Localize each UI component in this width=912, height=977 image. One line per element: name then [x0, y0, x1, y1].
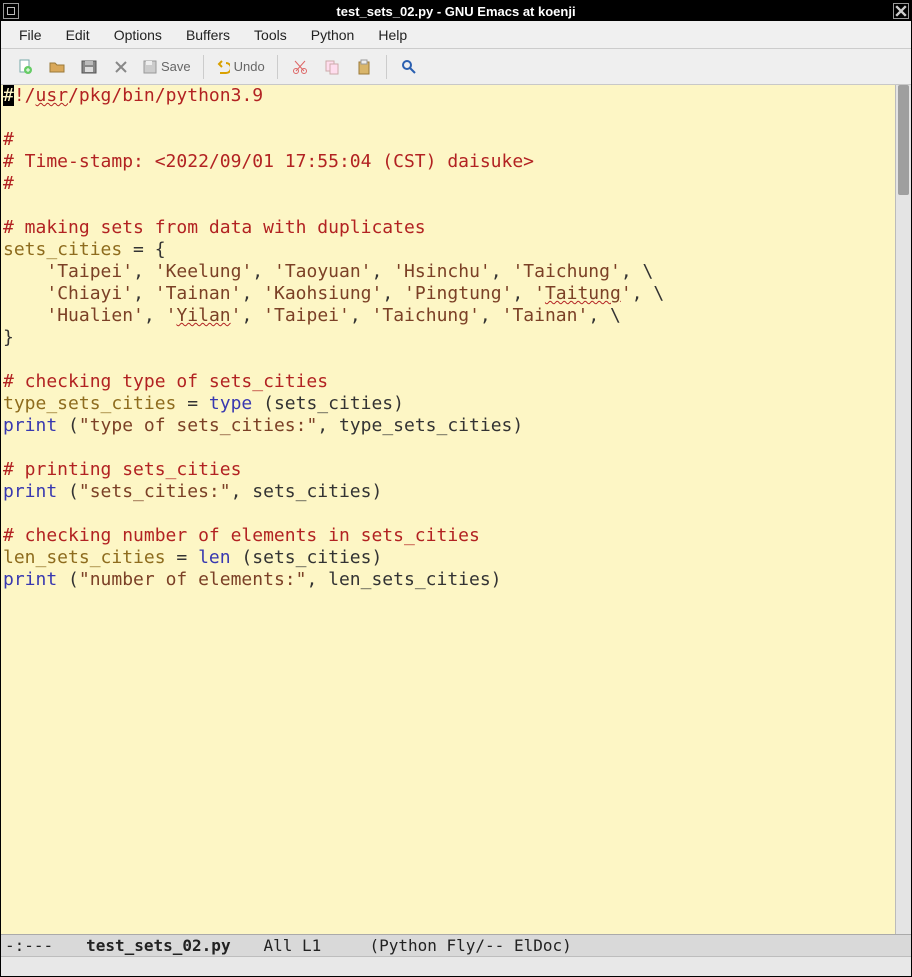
paste-button[interactable]: [348, 53, 380, 81]
undo-label: Undo: [234, 59, 265, 74]
disk-icon: [80, 58, 98, 76]
window-title: test_sets_02.py - GNU Emacs at koenji: [336, 4, 575, 19]
modeline-mode: (Python Fly/-- ElDoc): [369, 936, 571, 955]
undo-button[interactable]: Undo: [210, 53, 271, 81]
modeline[interactable]: -:--- test_sets_02.py All L1 (Python Fly…: [1, 934, 911, 956]
copy-button[interactable]: [316, 53, 348, 81]
window-menu-icon[interactable]: [3, 3, 19, 19]
scrollbar-thumb[interactable]: [898, 85, 909, 195]
search-button[interactable]: [393, 53, 425, 81]
open-disk-button[interactable]: [73, 53, 105, 81]
menu-edit[interactable]: Edit: [54, 23, 102, 47]
menu-options[interactable]: Options: [102, 23, 174, 47]
modeline-position: All L1: [263, 936, 321, 955]
folder-icon: [49, 59, 65, 75]
copy-icon: [324, 59, 340, 75]
scrollbar[interactable]: [895, 85, 911, 934]
toolbar-separator: [277, 55, 278, 79]
editor-area[interactable]: #!/usr/pkg/bin/python3.9 # # Time-stamp:…: [1, 85, 911, 934]
menu-help[interactable]: Help: [366, 23, 419, 47]
search-icon: [401, 59, 417, 75]
minibuffer[interactable]: [1, 956, 911, 976]
save-icon: [143, 60, 157, 74]
close-button[interactable]: [105, 53, 137, 81]
menu-tools[interactable]: Tools: [242, 23, 299, 47]
code-text[interactable]: #!/usr/pkg/bin/python3.9 # # Time-stamp:…: [1, 85, 911, 591]
new-file-button[interactable]: [9, 53, 41, 81]
new-file-icon: [17, 59, 33, 75]
open-file-button[interactable]: [41, 53, 73, 81]
toolbar-separator: [386, 55, 387, 79]
save-label: Save: [161, 59, 191, 74]
close-window-icon[interactable]: [893, 3, 909, 19]
save-button[interactable]: Save: [137, 53, 197, 81]
modeline-status: -:---: [5, 936, 53, 955]
paste-icon: [356, 59, 372, 75]
undo-icon: [216, 60, 230, 74]
modeline-buffer: test_sets_02.py: [86, 936, 231, 955]
menu-python[interactable]: Python: [299, 23, 367, 47]
menubar: File Edit Options Buffers Tools Python H…: [1, 21, 911, 49]
menu-file[interactable]: File: [7, 23, 54, 47]
cut-button[interactable]: [284, 53, 316, 81]
scissors-icon: [292, 59, 308, 75]
toolbar: Save Undo: [1, 49, 911, 85]
titlebar: test_sets_02.py - GNU Emacs at koenji: [1, 1, 911, 21]
toolbar-separator: [203, 55, 204, 79]
menu-buffers[interactable]: Buffers: [174, 23, 242, 47]
emacs-window: test_sets_02.py - GNU Emacs at koenji Fi…: [0, 0, 912, 977]
x-icon: [114, 60, 128, 74]
